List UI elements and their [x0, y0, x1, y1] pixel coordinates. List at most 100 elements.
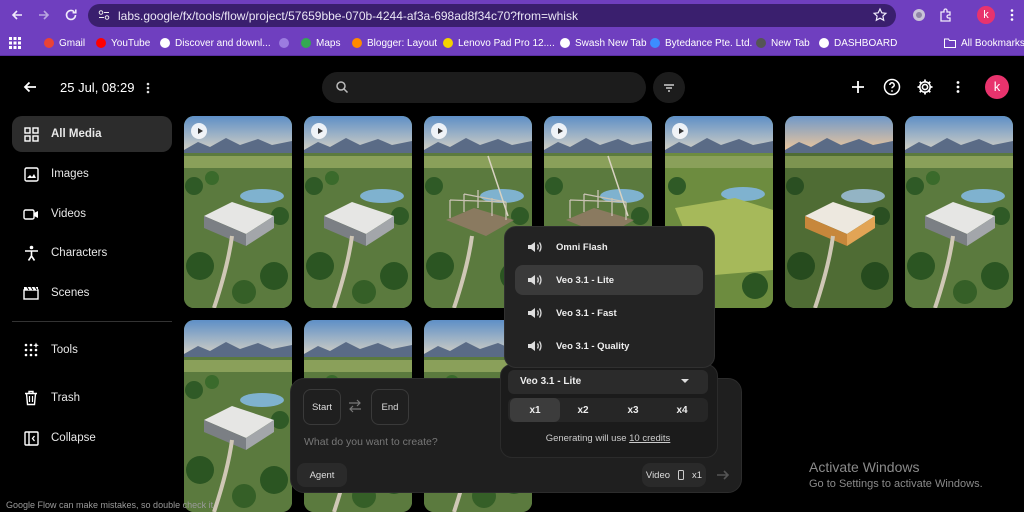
- media-tile-image[interactable]: [905, 116, 1013, 308]
- all-bookmarks[interactable]: All Bookmarks: [944, 36, 1024, 50]
- play-icon: [191, 123, 207, 139]
- start-frame-button[interactable]: Start: [303, 389, 341, 425]
- forward-icon[interactable]: [36, 7, 52, 23]
- extensions-puzzle-icon[interactable]: [938, 7, 954, 23]
- play-icon: [431, 123, 447, 139]
- sidebar-item-characters[interactable]: Characters: [12, 235, 172, 271]
- multiplier-x1[interactable]: x1: [510, 398, 560, 422]
- blogger-icon: [352, 38, 362, 48]
- project-menu-icon[interactable]: [142, 80, 154, 96]
- help-icon[interactable]: [883, 78, 901, 96]
- media-thumbnail: [905, 116, 1013, 308]
- site-settings-icon[interactable]: [97, 8, 113, 24]
- sidebar-item-videos[interactable]: Videos: [12, 196, 172, 232]
- activate-windows-title: Activate Windows: [809, 459, 920, 475]
- user-avatar[interactable]: k: [985, 75, 1009, 99]
- swap-arrows-icon[interactable]: [347, 399, 363, 413]
- model-option-veo-quality[interactable]: Veo 3.1 - Quality: [515, 331, 703, 361]
- sidebar-item-images[interactable]: Images: [12, 156, 172, 192]
- folder-icon: [944, 38, 956, 48]
- send-arrow-icon[interactable]: [715, 467, 731, 483]
- bookmark-star-icon[interactable]: [872, 7, 888, 23]
- sidebar-divider: [12, 321, 172, 322]
- sidebar-item-label: Videos: [51, 208, 86, 220]
- speaker-icon: [527, 273, 547, 287]
- credits-note: Generating will use 10 credits: [545, 433, 671, 444]
- sidebar-item-tools[interactable]: Tools: [12, 332, 172, 368]
- back-icon[interactable]: [9, 7, 25, 23]
- more-menu-icon[interactable]: [952, 79, 964, 95]
- apps-grid-icon[interactable]: [9, 37, 21, 49]
- sidebar-item-collapse[interactable]: Collapse: [12, 420, 172, 456]
- speaker-icon: [527, 306, 547, 320]
- prompt-input[interactable]: What do you want to create?: [304, 436, 438, 448]
- bookmark-discover[interactable]: Discover and downl...: [160, 36, 271, 50]
- play-icon: [551, 123, 567, 139]
- gmail-icon: [44, 38, 54, 48]
- back-arrow-icon[interactable]: [22, 79, 38, 95]
- search-icon: [335, 80, 349, 94]
- media-tile-image[interactable]: [785, 116, 893, 308]
- play-icon: [311, 123, 327, 139]
- caret-down-icon: [680, 378, 690, 385]
- bookmark-gmail[interactable]: Gmail: [44, 36, 85, 50]
- bookmark-unnamed[interactable]: [279, 36, 294, 50]
- project-title[interactable]: 25 Jul, 08:29: [60, 80, 134, 95]
- model-dropdown-menu: Omni Flash Veo 3.1 - Lite Veo 3.1 - Fast…: [504, 226, 715, 368]
- media-thumbnail: [785, 116, 893, 308]
- media-tile-video[interactable]: [304, 116, 412, 308]
- url-text[interactable]: labs.google/fx/tools/flow/project/57659b…: [118, 9, 578, 23]
- youtube-icon: [96, 38, 106, 48]
- add-icon[interactable]: [850, 79, 866, 95]
- sidebar-item-label: Images: [51, 168, 89, 180]
- sidebar-item-label: Tools: [51, 344, 78, 356]
- video-icon: [22, 205, 40, 223]
- media-thumbnail: [304, 116, 412, 308]
- person-icon: [22, 244, 40, 262]
- credits-link[interactable]: 10 credits: [629, 433, 670, 444]
- sidebar-item-label: Scenes: [51, 287, 90, 299]
- bytedance-icon: [650, 38, 660, 48]
- clapper-icon: [22, 284, 40, 302]
- bookmark-youtube[interactable]: YouTube: [96, 36, 150, 50]
- model-select[interactable]: Veo 3.1 - Lite: [508, 370, 708, 394]
- speaker-icon: [527, 339, 547, 353]
- search-input[interactable]: [322, 72, 646, 103]
- agent-button[interactable]: Agent: [297, 463, 347, 487]
- end-frame-button[interactable]: End: [371, 389, 409, 425]
- reload-icon[interactable]: [63, 7, 79, 23]
- model-option-omni-flash[interactable]: Omni Flash: [515, 232, 703, 262]
- bookmark-maps[interactable]: Maps: [301, 36, 340, 50]
- bookmark-blogger[interactable]: Blogger: Layout: [352, 36, 437, 50]
- multiplier-x2[interactable]: x2: [558, 398, 608, 422]
- model-option-veo-fast[interactable]: Veo 3.1 - Fast: [515, 298, 703, 328]
- swash-icon: [560, 38, 570, 48]
- filter-button[interactable]: [653, 72, 685, 103]
- browser-profile-avatar[interactable]: k: [977, 6, 995, 24]
- video-mode-button[interactable]: Video x1: [642, 463, 706, 487]
- sidebar-item-trash[interactable]: Trash: [12, 380, 172, 416]
- maps-icon: [301, 38, 311, 48]
- sidebar-item-scenes[interactable]: Scenes: [12, 275, 172, 311]
- model-option-veo-lite[interactable]: Veo 3.1 - Lite: [515, 265, 703, 295]
- grid-icon: [22, 125, 40, 143]
- bookmark-new-tab[interactable]: New Tab: [756, 36, 810, 50]
- bookmark-lenovo[interactable]: Lenovo Pad Pro 12....: [443, 36, 555, 50]
- sidebar-item-label: Trash: [51, 392, 80, 404]
- bookmark-swash[interactable]: Swash New Tab: [560, 36, 647, 50]
- bookmark-dashboard[interactable]: DASHBOARD: [819, 36, 897, 50]
- media-tile-video[interactable]: [184, 116, 292, 308]
- lenovo-icon: [443, 38, 453, 48]
- sidebar-item-label: Collapse: [51, 432, 96, 444]
- filter-icon: [662, 81, 676, 95]
- multiplier-x3[interactable]: x3: [608, 398, 658, 422]
- media-tile-image[interactable]: [184, 320, 292, 512]
- sparkle-grid-icon: [22, 341, 40, 359]
- sidebar-item-all-media[interactable]: All Media: [12, 116, 172, 152]
- settings-gear-icon[interactable]: [916, 78, 934, 96]
- multiplier-x4[interactable]: x4: [657, 398, 707, 422]
- bookmark-favicon-icon: [279, 38, 289, 48]
- browser-menu-icon[interactable]: [1004, 7, 1020, 23]
- bookmark-bytedance[interactable]: Bytedance Pte. Ltd.: [650, 36, 752, 50]
- extension-icon[interactable]: [911, 7, 927, 23]
